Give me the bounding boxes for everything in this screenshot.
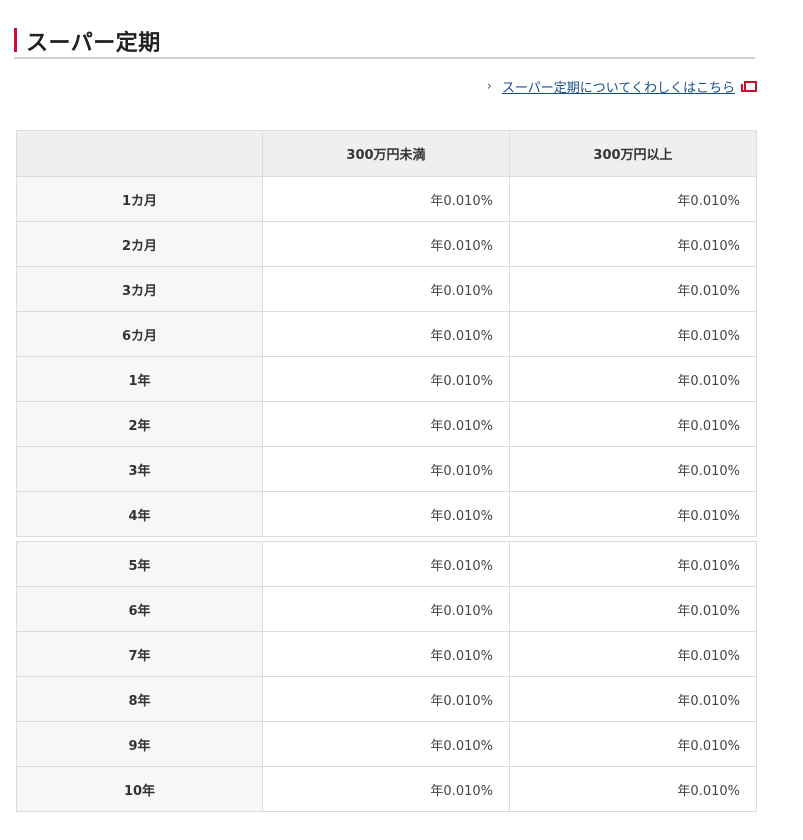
rate-over-cell: 年0.010% [509,446,757,492]
rate-under-cell: 年0.010% [262,586,510,632]
term-cell: 8年 [16,676,263,722]
term-cell: 6年 [16,586,263,632]
rate-under-cell: 年0.010% [262,266,510,312]
table-header-row: 300万円未満 300万円以上 [16,130,757,177]
rate-under-cell: 年0.010% [262,491,510,537]
table-row: 1カ月 年0.010% 年0.010% [16,176,757,222]
title-divider [14,57,755,59]
rate-over-cell: 年0.010% [509,311,757,357]
table-row: 9年 年0.010% 年0.010% [16,721,757,767]
rate-under-cell: 年0.010% [262,311,510,357]
rate-under-cell: 年0.010% [262,721,510,767]
term-cell: 6カ月 [16,311,263,357]
page-title: スーパー定期 [26,31,161,56]
rate-over-cell: 年0.010% [509,356,757,402]
rate-under-cell: 年0.010% [262,176,510,222]
section-header: スーパー定期 [14,0,755,60]
table-row: 6カ月 年0.010% 年0.010% [16,311,757,357]
header-under-3m: 300万円未満 [262,130,510,177]
rate-over-cell: 年0.010% [509,631,757,677]
rate-over-cell: 年0.010% [509,676,757,722]
rate-under-cell: 年0.010% [262,356,510,402]
rate-over-cell: 年0.010% [509,541,757,587]
external-window-icon[interactable] [741,80,757,92]
table-row: 8年 年0.010% 年0.010% [16,676,757,722]
term-cell: 2カ月 [16,221,263,267]
rate-under-cell: 年0.010% [262,221,510,267]
title-accent-bar [14,28,17,52]
term-cell: 3カ月 [16,266,263,312]
term-cell: 9年 [16,721,263,767]
table-row: 2カ月 年0.010% 年0.010% [16,221,757,267]
chevron-right-icon: › [486,78,492,94]
table-row: 4年 年0.010% 年0.010% [16,491,757,537]
detail-link-row: › スーパー定期についてくわしくはこちら [486,77,757,96]
rate-under-cell: 年0.010% [262,541,510,587]
term-cell: 10年 [16,766,263,812]
rates-table-continued: 5年 年0.010% 年0.010% 6年 年0.010% 年0.010% 7年… [16,541,757,812]
rate-over-cell: 年0.010% [509,491,757,537]
term-cell: 1年 [16,356,263,402]
table-row: 1年 年0.010% 年0.010% [16,356,757,402]
table-row: 10年 年0.010% 年0.010% [16,766,757,812]
table-row: 3年 年0.010% 年0.010% [16,446,757,492]
rate-under-cell: 年0.010% [262,766,510,812]
rate-under-cell: 年0.010% [262,446,510,492]
rate-over-cell: 年0.010% [509,766,757,812]
table-row: 5年 年0.010% 年0.010% [16,541,757,587]
table-row: 2年 年0.010% 年0.010% [16,401,757,447]
term-cell: 1カ月 [16,176,263,222]
rate-under-cell: 年0.010% [262,631,510,677]
term-cell: 2年 [16,401,263,447]
table-row: 6年 年0.010% 年0.010% [16,586,757,632]
term-cell: 3年 [16,446,263,492]
rate-under-cell: 年0.010% [262,676,510,722]
header-over-3m: 300万円以上 [509,130,757,177]
rate-over-cell: 年0.010% [509,266,757,312]
term-cell: 4年 [16,491,263,537]
table-row: 7年 年0.010% 年0.010% [16,631,757,677]
table-row: 3カ月 年0.010% 年0.010% [16,266,757,312]
rate-over-cell: 年0.010% [509,586,757,632]
detail-link[interactable]: スーパー定期についてくわしくはこちら [502,77,735,96]
term-cell: 7年 [16,631,263,677]
rate-over-cell: 年0.010% [509,401,757,447]
rate-over-cell: 年0.010% [509,176,757,222]
rate-over-cell: 年0.010% [509,221,757,267]
rate-over-cell: 年0.010% [509,721,757,767]
rates-table: 300万円未満 300万円以上 1カ月 年0.010% 年0.010% 2カ月 … [16,130,757,537]
term-cell: 5年 [16,541,263,587]
rate-under-cell: 年0.010% [262,401,510,447]
header-term [16,130,263,177]
